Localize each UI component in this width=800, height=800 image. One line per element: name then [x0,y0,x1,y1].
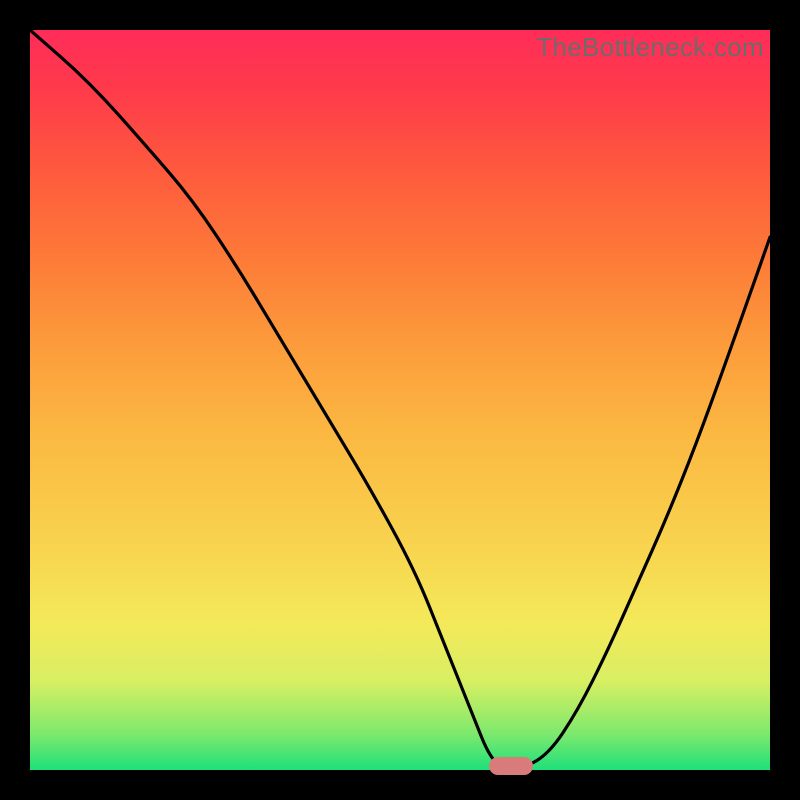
chart-frame: TheBottleneck.com [0,0,800,800]
plot-area: TheBottleneck.com [30,30,770,770]
bottleneck-curve [30,30,770,770]
optimal-point-marker [489,757,533,775]
